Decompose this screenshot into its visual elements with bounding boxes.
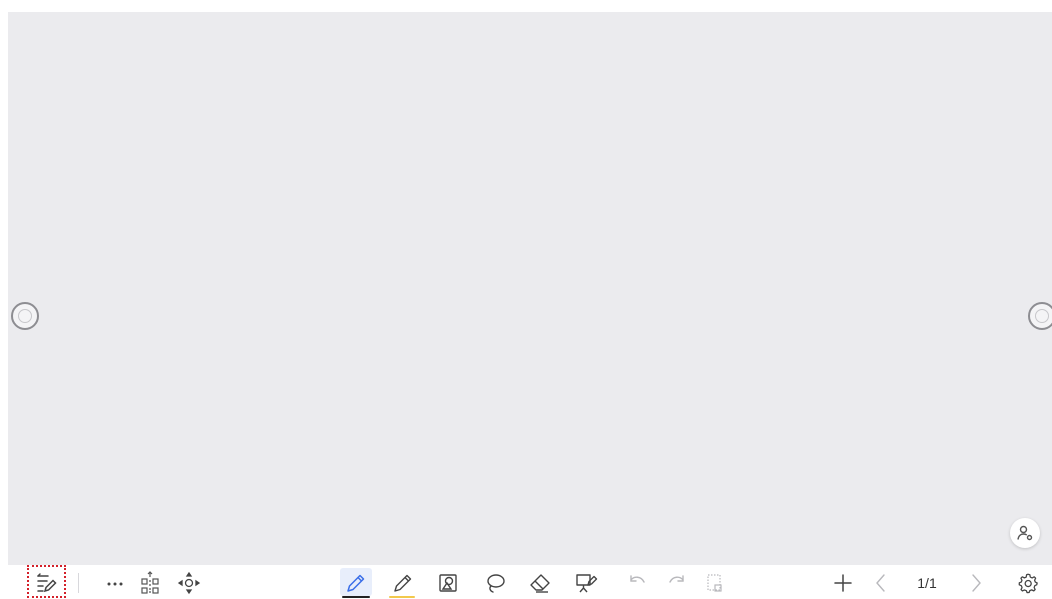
gear-icon xyxy=(1018,573,1038,594)
easel-icon xyxy=(576,574,598,593)
whiteboard-canvas[interactable] xyxy=(8,12,1052,565)
right-side-handle[interactable] xyxy=(1028,302,1052,330)
plus-icon xyxy=(834,574,852,592)
add-page-button[interactable] xyxy=(830,569,856,597)
toolbar-separator xyxy=(78,573,79,593)
whiteboard-background-button[interactable] xyxy=(572,569,600,597)
whiteboard-app: 1/1 xyxy=(0,0,1052,599)
user-button[interactable] xyxy=(1010,518,1040,548)
highlighter-icon xyxy=(394,574,412,592)
move-toolbar-button[interactable] xyxy=(176,569,202,597)
shape-tool-button[interactable] xyxy=(434,569,462,597)
chevron-right-icon xyxy=(972,574,981,592)
settings-button[interactable] xyxy=(1014,569,1042,597)
bottom-toolbar: 1/1 xyxy=(0,565,1052,599)
clear-page-icon xyxy=(707,574,722,592)
move-arrows-icon xyxy=(177,571,201,595)
redo-button[interactable] xyxy=(664,569,690,597)
prev-page-button[interactable] xyxy=(870,569,892,597)
page-indicator: 1/1 xyxy=(917,575,937,591)
eraser-icon xyxy=(530,574,550,593)
pen-tool-button[interactable] xyxy=(341,569,371,597)
redo-icon xyxy=(669,575,684,583)
left-side-handle[interactable] xyxy=(11,302,39,330)
more-dots-icon xyxy=(107,582,123,586)
scan-code-button[interactable] xyxy=(137,569,163,597)
shape-icon xyxy=(439,574,457,592)
highlighter-tool-button[interactable] xyxy=(388,569,418,597)
pen-color-indicator xyxy=(342,596,370,598)
next-page-button[interactable] xyxy=(965,569,987,597)
lasso-icon xyxy=(487,574,505,593)
lasso-tool-button[interactable] xyxy=(481,569,509,597)
pen-icon xyxy=(347,574,365,592)
more-button[interactable] xyxy=(103,569,127,597)
user-icon xyxy=(1017,525,1033,541)
highlighter-color-indicator xyxy=(389,596,415,598)
undo-button[interactable] xyxy=(624,569,650,597)
clear-page-button[interactable] xyxy=(703,569,727,597)
undo-icon xyxy=(630,575,645,583)
eraser-tool-button[interactable] xyxy=(526,569,554,597)
focus-highlight-box xyxy=(27,565,66,598)
chevron-left-icon xyxy=(876,574,885,592)
qr-scan-icon xyxy=(141,571,159,594)
